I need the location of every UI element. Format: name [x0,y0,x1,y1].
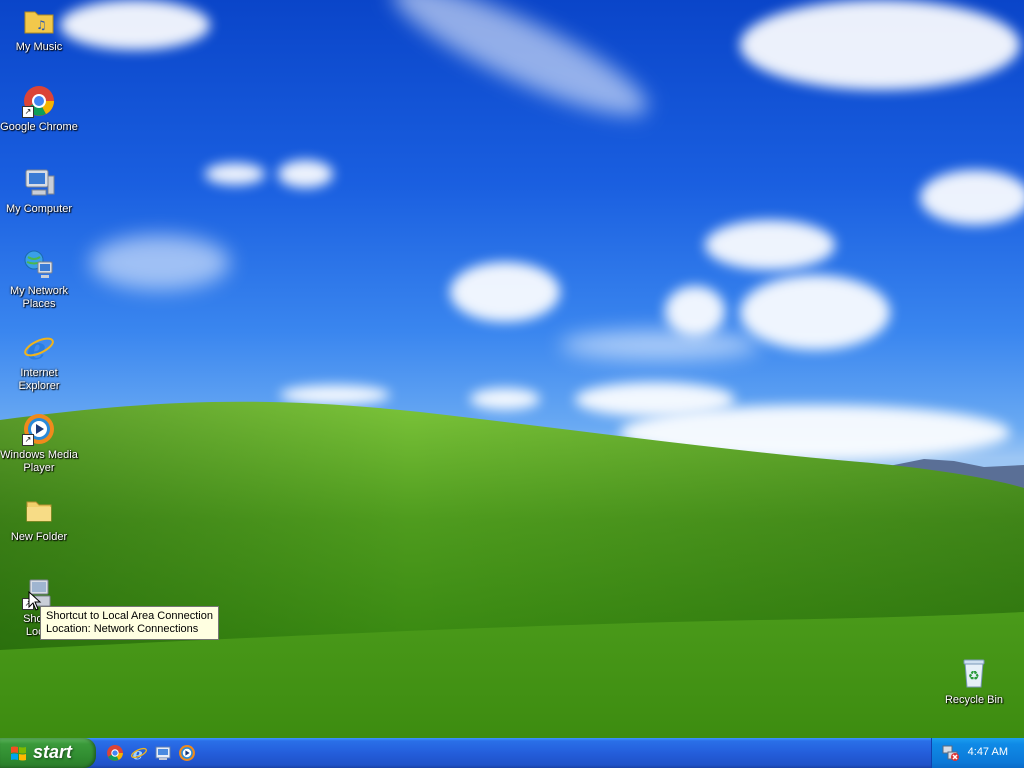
taskbar: start e 4:47 AM [0,738,1024,768]
desktop-icon-new-folder[interactable]: New Folder [0,494,78,544]
desktop-icon-label: My Computer [5,203,73,215]
tooltip-title: Shortcut to Local Area Connection [46,610,213,622]
mouse-cursor-icon [28,591,42,611]
shortcut-arrow-icon: ↗ [22,106,34,118]
clock[interactable]: 4:47 AM [968,746,1008,758]
desktop-icon-label: Windows Media Player [0,449,78,474]
svg-text:e: e [27,332,46,364]
start-label: start [33,742,73,762]
network-places-icon [22,248,56,282]
desktop[interactable]: ♫ My Music ↗ Google Chrome My Computer M… [0,0,1024,738]
system-tray: 4:47 AM [931,738,1024,768]
windows-media-player-icon [179,745,195,761]
desktop-icon-recycle-bin[interactable]: ♻ Recycle Bin [935,657,1013,707]
desktop-icon-label: New Folder [10,531,68,543]
start-button[interactable]: start [0,738,96,768]
computer-icon [22,166,56,200]
quick-launch: e [106,742,196,764]
desktop-icon-label: My Network Places [9,285,69,310]
svg-text:♻: ♻ [968,669,980,684]
windows-media-player-icon: ↗ [22,412,56,446]
desktop-icon-internet-explorer[interactable]: e Internet Explorer [0,330,78,393]
chrome-icon: ↗ [22,84,56,118]
network-disconnected-icon[interactable] [942,744,960,762]
quick-launch-chrome[interactable] [106,744,124,762]
chrome-icon [107,745,123,761]
desktop-icon-label: Internet Explorer [18,367,60,392]
svg-text:♫: ♫ [36,18,47,32]
internet-explorer-icon: e [22,330,56,367]
desktop-icon-google-chrome[interactable]: ↗ Google Chrome [0,84,78,134]
desktop-icon-windows-media-player[interactable]: ↗ Windows Media Player [0,412,78,475]
tooltip-location: Location: Network Connections [46,623,199,635]
quick-launch-show-desktop[interactable] [154,744,172,762]
desktop-icon-my-music[interactable]: ♫ My Music [0,4,78,54]
desktop-icon-label: Recycle Bin [944,694,1004,706]
music-folder-icon: ♫ [22,4,56,38]
desktop-icon-my-network-places[interactable]: My Network Places [0,248,78,311]
internet-explorer-icon: e [131,744,147,763]
folder-icon [22,494,56,528]
tooltip: Shortcut to Local Area Connection Locati… [40,606,219,640]
shortcut-arrow-icon: ↗ [22,434,34,446]
quick-launch-windows-media-player[interactable] [178,744,196,762]
desktop-icon-label: My Music [15,41,63,53]
quick-launch-internet-explorer[interactable]: e [130,744,148,763]
windows-flag-icon [11,746,26,761]
recycle-bin-icon: ♻ [957,657,991,691]
desktop-icon-label: Google Chrome [0,121,78,133]
svg-text:e: e [133,744,143,762]
desktop-icon-my-computer[interactable]: My Computer [0,166,78,216]
show-desktop-icon [155,746,171,760]
